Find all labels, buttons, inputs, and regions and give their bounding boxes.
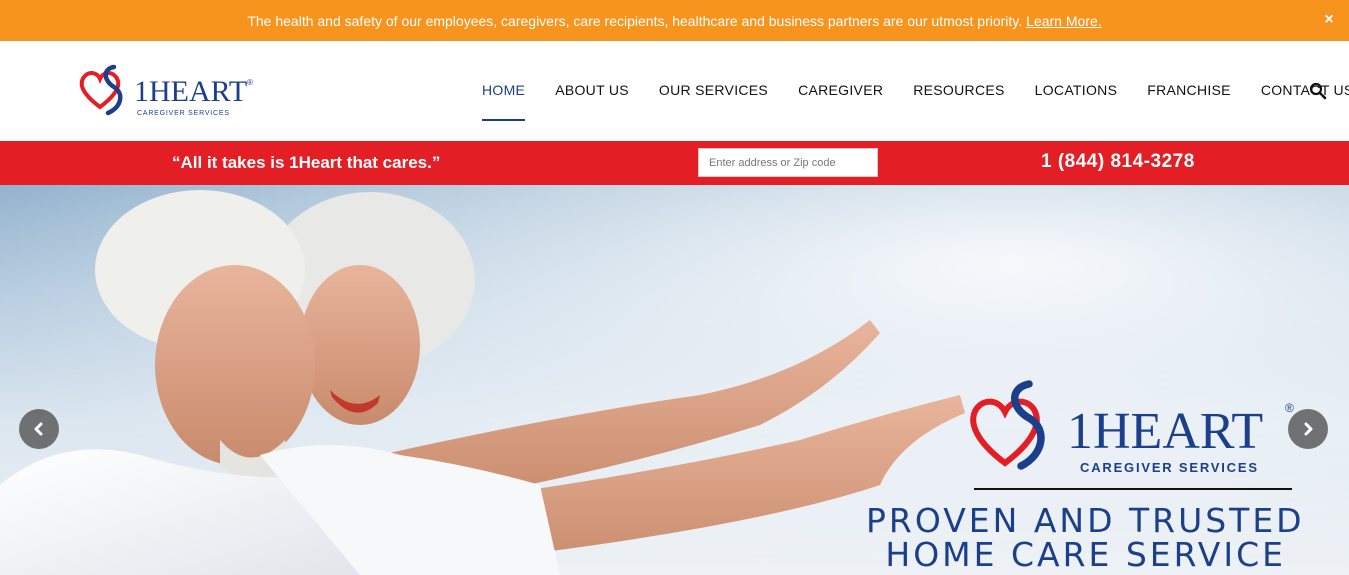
site-header: 1HEART ® CAREGIVER SERVICES HOME ABOUT U… [0, 41, 1349, 141]
chevron-left-icon [34, 422, 43, 436]
phone-number[interactable]: 1 (844) 814-3278 [1041, 141, 1195, 185]
hero-headline-line1: PROVEN AND TRUSTED [866, 501, 1305, 540]
nav-item-resources[interactable]: RESOURCES [898, 41, 1019, 141]
nav-item-franchise[interactable]: FRANCHISE [1132, 41, 1246, 141]
slider-prev-button[interactable] [19, 409, 59, 449]
svg-text:®: ® [1285, 401, 1294, 415]
nav-item-home[interactable]: HOME [467, 41, 540, 141]
cta-bar: “All it takes is 1Heart that cares.” 1 (… [0, 141, 1349, 185]
hero-logo: 1HEART ® CAREGIVER SERVICES [970, 380, 1294, 475]
nav-item-about-us[interactable]: ABOUT US [540, 41, 644, 141]
hero-subtitle: CAREGIVER SERVICES [1080, 460, 1259, 475]
announcement-text: The health and safety of our employees, … [247, 12, 1023, 29]
logo-subtitle: CAREGIVER SERVICES [137, 110, 230, 117]
nav-item-caregiver[interactable]: CAREGIVER [783, 41, 898, 141]
logo-wordmark: 1HEART [134, 75, 247, 108]
hero-heart-icon [970, 398, 1040, 467]
nav-item-contact-us[interactable]: CONTACT US [1246, 41, 1349, 141]
nav-item-our-services[interactable]: OUR SERVICES [644, 41, 783, 141]
svg-text:®: ® [247, 78, 253, 87]
main-nav: HOME ABOUT US OUR SERVICES CAREGIVER RES… [467, 41, 1349, 141]
zip-code-input[interactable] [698, 148, 878, 177]
hero-wordmark: 1HEART [1067, 403, 1263, 460]
hero-divider [974, 488, 1292, 490]
search-icon[interactable] [1308, 81, 1328, 101]
close-icon[interactable]: × [1321, 11, 1337, 29]
site-logo[interactable]: 1HEART ® CAREGIVER SERVICES [78, 63, 258, 121]
nav-item-locations[interactable]: LOCATIONS [1020, 41, 1133, 141]
announcement-bar: The health and safety of our employees, … [0, 0, 1349, 41]
hero-headline-line2: HOME CARE SERVICE [885, 535, 1286, 574]
tagline: “All it takes is 1Heart that cares.” [172, 153, 441, 172]
logo-heart-icon [79, 71, 121, 110]
learn-more-link[interactable]: Learn More. [1026, 13, 1101, 29]
